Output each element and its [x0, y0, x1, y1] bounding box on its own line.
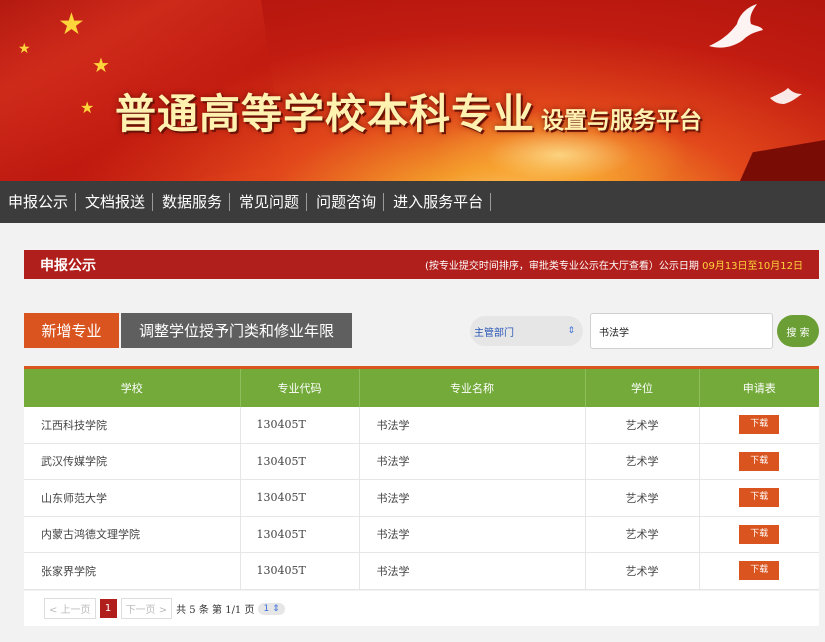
page-select-value: 1 — [263, 603, 270, 614]
cell-name: 书法学 — [359, 406, 586, 444]
tab-new-major[interactable]: 新增专业 — [24, 313, 119, 348]
section-note-text: (按专业提交时间排序，审批类专业公示在大厅查看）公示日期 — [425, 261, 699, 272]
cell-form: 下载 — [699, 479, 819, 517]
search-input[interactable] — [590, 313, 773, 349]
cell-name: 书法学 — [359, 516, 586, 553]
star-icon: ★ — [18, 41, 31, 57]
nav-item-data-services[interactable]: 数据服务 — [160, 193, 231, 211]
page-select[interactable]: 1 ⇕ — [258, 602, 285, 615]
section-title: 申报公示 — [40, 257, 96, 274]
nav-item-document-submission[interactable]: 文档报送 — [83, 193, 154, 211]
cell-name: 书法学 — [359, 552, 586, 590]
cell-school: 江西科技学院 — [24, 406, 241, 444]
banner-title-main: 普通高等学校本科专业 — [115, 90, 535, 138]
cell-school: 武汉传媒学院 — [24, 443, 241, 480]
results-table: 学校 专业代码 专业名称 学位 申请表 江西科技学院 130405T 书法学 艺… — [24, 366, 819, 590]
download-button[interactable]: 下载 — [739, 524, 780, 544]
download-button[interactable]: 下载 — [739, 451, 780, 471]
cell-code: 130405T — [240, 479, 360, 517]
pagination-info: 共 5 条 第 1/1 页 — [176, 605, 255, 616]
cell-code: 130405T — [240, 552, 360, 590]
cell-degree: 艺术学 — [585, 406, 700, 444]
cell-school: 内蒙古鸿德文理学院 — [24, 516, 241, 553]
download-button[interactable]: 下载 — [739, 415, 780, 434]
cell-code: 130405T — [240, 516, 360, 553]
table-header-row: 学校 专业代码 专业名称 学位 申请表 — [24, 367, 819, 407]
table-row: 武汉传媒学院 130405T 书法学 艺术学 下载 — [24, 443, 819, 480]
col-header-school: 学校 — [24, 367, 241, 407]
cell-form: 下载 — [699, 516, 819, 553]
cell-form: 下载 — [699, 552, 819, 590]
cell-degree: 艺术学 — [585, 479, 700, 517]
download-button[interactable]: 下载 — [739, 488, 780, 508]
table-row: 内蒙古鸿德文理学院 130405T 书法学 艺术学 下载 — [24, 516, 819, 553]
col-header-degree: 学位 — [585, 367, 700, 407]
tiananmen-graphic — [740, 140, 825, 181]
main-nav: 申报公示 文档报送 数据服务 常见问题 问题咨询 进入服务平台 — [0, 181, 825, 223]
nav-item-consultation[interactable]: 问题咨询 — [314, 193, 385, 211]
nav-item-faq[interactable]: 常见问题 — [237, 193, 308, 211]
department-select-label: 主管部门 — [474, 327, 514, 339]
col-header-form: 申请表 — [699, 367, 819, 407]
banner-title-sub: 设置与服务平台 — [541, 107, 702, 134]
cell-degree: 艺术学 — [585, 516, 700, 553]
col-header-code: 专业代码 — [240, 367, 360, 407]
table-row: 张家界学院 130405T 书法学 艺术学 下载 — [24, 552, 819, 590]
section-header: 申报公示 (按专业提交时间排序，审批类专业公示在大厅查看）公示日期 09月13日… — [24, 250, 819, 279]
cell-name: 书法学 — [359, 479, 586, 517]
next-page-button[interactable]: 下一页 > — [120, 598, 173, 619]
cell-code: 130405T — [240, 443, 360, 480]
cell-form: 下载 — [699, 443, 819, 480]
table-row: 山东师范大学 130405T 书法学 艺术学 下载 — [24, 479, 819, 517]
star-icon: ★ — [92, 53, 110, 77]
dove-icon — [770, 88, 802, 104]
updown-arrow-icon: ⇕ — [272, 603, 280, 614]
updown-arrow-icon: ⇕ — [567, 326, 575, 336]
cell-code: 130405T — [240, 406, 360, 444]
results-table-container: 学校 专业代码 专业名称 学位 申请表 江西科技学院 130405T 书法学 艺… — [24, 366, 819, 590]
star-icon: ★ — [58, 7, 85, 42]
department-select[interactable]: 主管部门 ⇕ — [470, 316, 583, 346]
cell-form: 下载 — [699, 406, 819, 444]
table-row: 江西科技学院 130405T 书法学 艺术学 下载 — [24, 406, 819, 444]
search-button[interactable]: 搜 索 — [777, 315, 819, 347]
section-note: (按专业提交时间排序，审批类专业公示在大厅查看）公示日期 09月13日至10月1… — [425, 257, 803, 272]
cell-degree: 艺术学 — [585, 552, 700, 590]
dove-icon — [709, 4, 763, 48]
cell-name: 书法学 — [359, 443, 586, 480]
nav-item-enter-platform[interactable]: 进入服务平台 — [391, 193, 492, 211]
header-banner: ★ ★ ★ ★ 普通高等学校本科专业 设置与服务平台 — [0, 0, 825, 181]
col-header-name: 专业名称 — [359, 367, 586, 407]
cell-school: 山东师范大学 — [24, 479, 241, 517]
banner-title: 普通高等学校本科专业 设置与服务平台 — [115, 80, 702, 140]
download-button[interactable]: 下载 — [739, 561, 780, 581]
tab-adjust-degree[interactable]: 调整学位授予门类和修业年限 — [121, 313, 352, 348]
prev-page-button[interactable]: < 上一页 — [44, 598, 96, 619]
star-icon: ★ — [80, 98, 95, 117]
cell-degree: 艺术学 — [585, 443, 700, 480]
pagination: < 上一页 1 下一页 > 共 5 条 第 1/1 页 1 ⇕ — [24, 591, 819, 626]
nav-item-announcements[interactable]: 申报公示 — [6, 193, 77, 211]
current-page-button[interactable]: 1 — [99, 599, 117, 618]
cell-school: 张家界学院 — [24, 552, 241, 590]
section-note-date: 09月13日至10月12日 — [702, 261, 803, 272]
